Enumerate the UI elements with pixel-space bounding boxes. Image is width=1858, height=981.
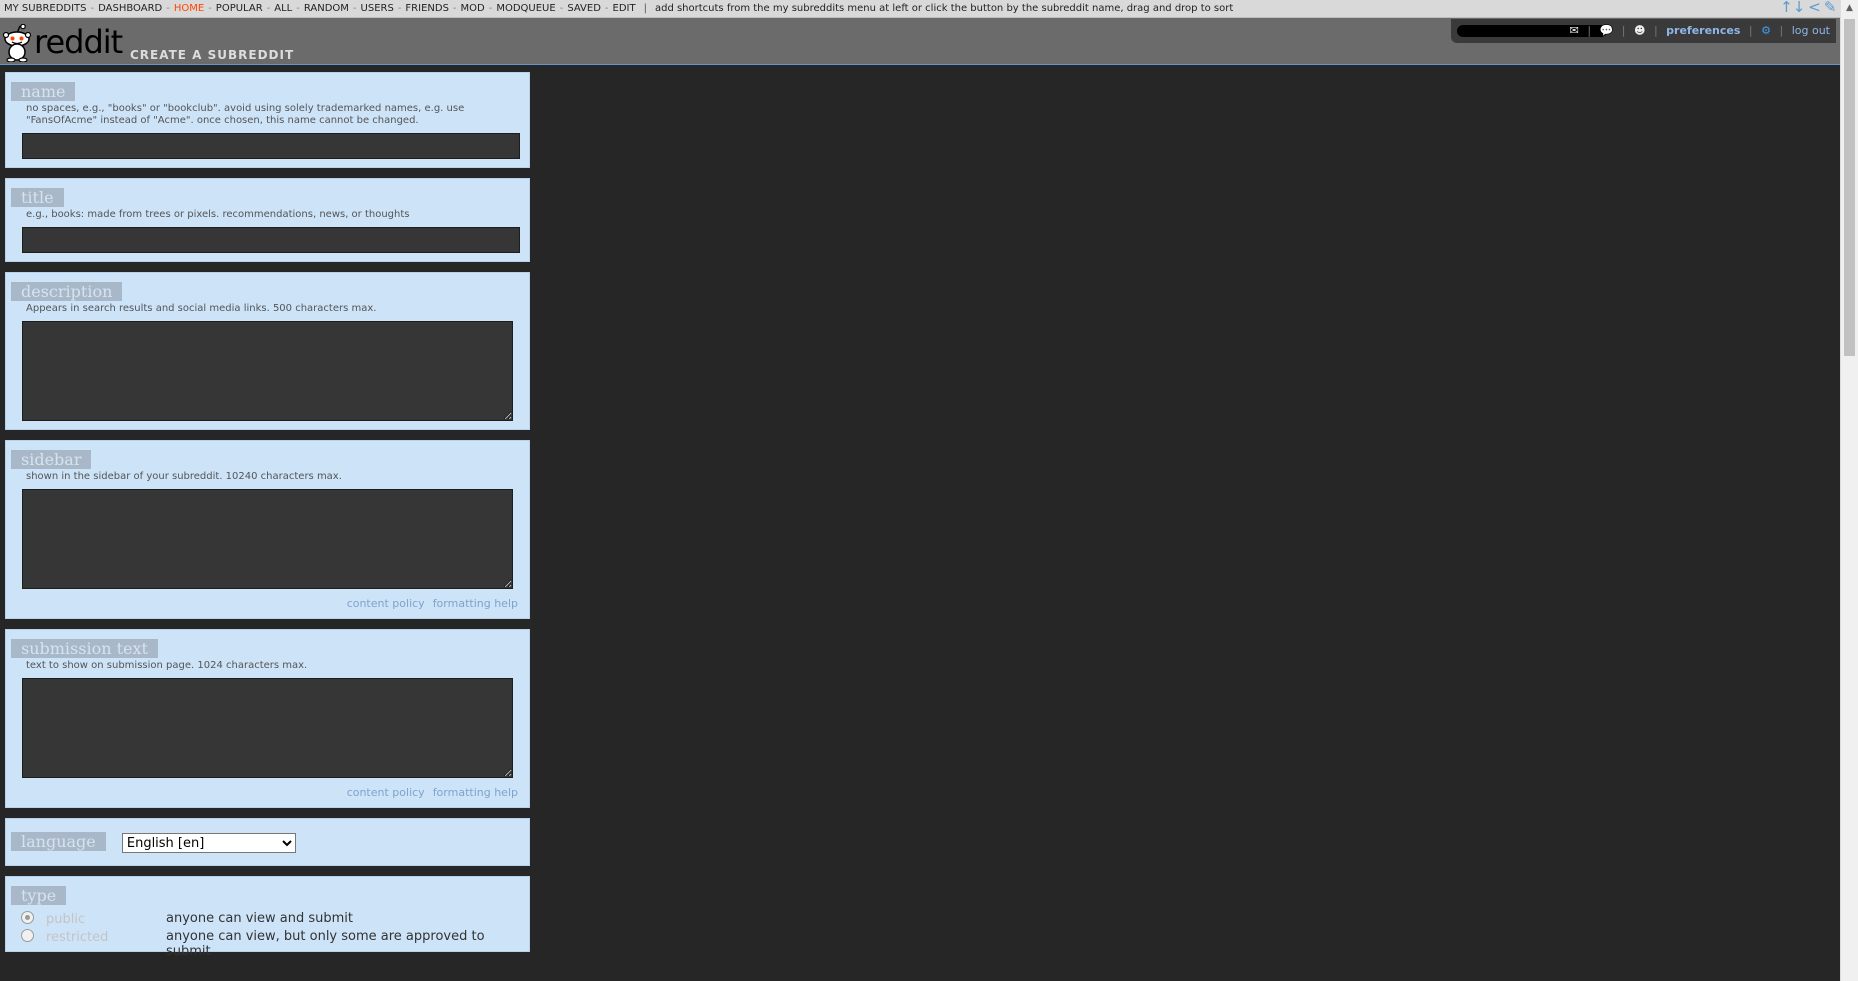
nav-users[interactable]: USERS — [361, 3, 394, 14]
field-sidebar: sidebar shown in the sidebar of your sub… — [5, 440, 530, 619]
nav-all[interactable]: ALL — [274, 3, 292, 14]
sidebar-links: content policy formatting help — [11, 597, 519, 610]
submission-text-textarea[interactable] — [22, 678, 513, 778]
name-input[interactable] — [22, 133, 520, 159]
reddit-logo[interactable]: reddit — [2, 22, 123, 62]
submission-text-links: content policy formatting help — [11, 786, 519, 799]
edit-pencil-icon[interactable]: ✎ — [1824, 0, 1837, 16]
field-hint: shown in the sidebar of your subreddit. … — [26, 471, 342, 482]
content-policy-link[interactable]: content policy — [347, 786, 425, 799]
shortcut-bar: MY SUBREDDITS - DASHBOARD - HOME - POPULAR - ALL… — [0, 0, 1858, 18]
field-hint: Appears in search results and social med… — [26, 303, 377, 314]
logout-link[interactable]: log out — [1792, 24, 1830, 37]
user-bar: ✉ | 💬 | ☻ | preferences | ⚙ | log out — [1451, 19, 1836, 43]
type-option-restricted[interactable]: restricted anyone can view, but only som… — [11, 929, 519, 959]
field-submission-text: submission text text to show on submissi… — [5, 629, 530, 808]
field-label: sidebar — [11, 450, 92, 469]
scroll-up-icon[interactable]: ▲ — [1841, 0, 1858, 17]
title-input[interactable] — [22, 227, 520, 253]
field-type: type public anyone can view and submit r… — [5, 876, 530, 959]
nav-home[interactable]: HOME — [174, 3, 204, 14]
nav-dashboard[interactable]: DASHBOARD — [98, 3, 162, 14]
type-option-desc: anyone can view, but only some are appro… — [166, 929, 485, 959]
sort-arrows-icon[interactable]: ↑↓ — [1780, 0, 1805, 16]
subreddit-nav: MY SUBREDDITS - DASHBOARD - HOME - POPULAR - ALL… — [4, 3, 1234, 14]
radio-button[interactable] — [21, 929, 34, 942]
field-label: description — [11, 282, 123, 301]
page-scrollbar[interactable]: ▲ — [1840, 0, 1858, 981]
field-label: type — [11, 886, 67, 905]
gear-icon[interactable]: ⚙ — [1761, 24, 1771, 37]
field-description: description Appears in search results an… — [5, 272, 530, 430]
type-option-label: restricted — [46, 930, 109, 945]
field-label: title — [11, 188, 64, 207]
language-select[interactable]: English [en] — [121, 833, 296, 853]
nav-popular[interactable]: POPULAR — [216, 3, 263, 14]
field-label: submission text — [11, 639, 158, 658]
type-option-label: public — [46, 912, 86, 927]
nav-my-subreddits[interactable]: MY SUBREDDITS — [4, 3, 87, 14]
mail-icon[interactable]: ✉ — [1570, 24, 1579, 37]
chat-icon[interactable]: 💬 — [1600, 24, 1614, 37]
type-option-public[interactable]: public anyone can view and submit — [11, 911, 519, 929]
content-policy-link[interactable]: content policy — [347, 597, 425, 610]
radio-button[interactable] — [21, 911, 34, 924]
reddit-wordmark: reddit — [34, 23, 123, 61]
field-hint: no spaces, e.g., "books" or "bookclub". … — [26, 103, 465, 126]
nav-random[interactable]: RANDOM — [304, 3, 349, 14]
nav-modqueue[interactable]: MODQUEUE — [496, 3, 555, 14]
description-textarea[interactable] — [22, 321, 513, 421]
nav-edit[interactable]: EDIT — [613, 3, 636, 14]
snoo-icon — [2, 24, 32, 62]
preferences-link[interactable]: preferences — [1666, 24, 1740, 37]
page-title: CREATE A SUBREDDIT — [130, 48, 295, 62]
user-bar-items: ✉ | 💬 | ☻ | preferences | ⚙ | log out — [1569, 24, 1830, 37]
type-option-desc: anyone can view and submit — [166, 911, 354, 926]
create-subreddit-form: name no spaces, e.g., "books" or "bookcl… — [5, 72, 530, 962]
shortcut-hint: add shortcuts from the my subreddits men… — [654, 3, 1234, 14]
formatting-help-link[interactable]: formatting help — [433, 597, 518, 610]
field-label: name — [11, 82, 76, 101]
field-label: language — [11, 831, 106, 851]
field-title: title e.g., books: made from trees or pi… — [5, 178, 530, 262]
snoo-mod-icon[interactable]: ☻ — [1634, 24, 1645, 37]
formatting-help-link[interactable]: formatting help — [433, 786, 518, 799]
field-hint: e.g., books: made from trees or pixels. … — [26, 209, 410, 220]
site-header: reddit CREATE A SUBREDDIT ✉ | 💬 | ☻ | pr… — [0, 18, 1840, 65]
field-hint: text to show on submission page. 1024 ch… — [26, 660, 308, 671]
field-language: language English [en] — [5, 818, 530, 866]
scrollbar-thumb[interactable] — [1844, 19, 1855, 356]
field-name: name no spaces, e.g., "books" or "bookcl… — [5, 72, 530, 168]
sidebar-textarea[interactable] — [22, 489, 513, 589]
nav-mod[interactable]: MOD — [461, 3, 485, 14]
scroll-left-icon[interactable]: < — [1808, 0, 1821, 16]
nav-saved[interactable]: SAVED — [567, 3, 601, 14]
nav-friends[interactable]: FRIENDS — [405, 3, 449, 14]
